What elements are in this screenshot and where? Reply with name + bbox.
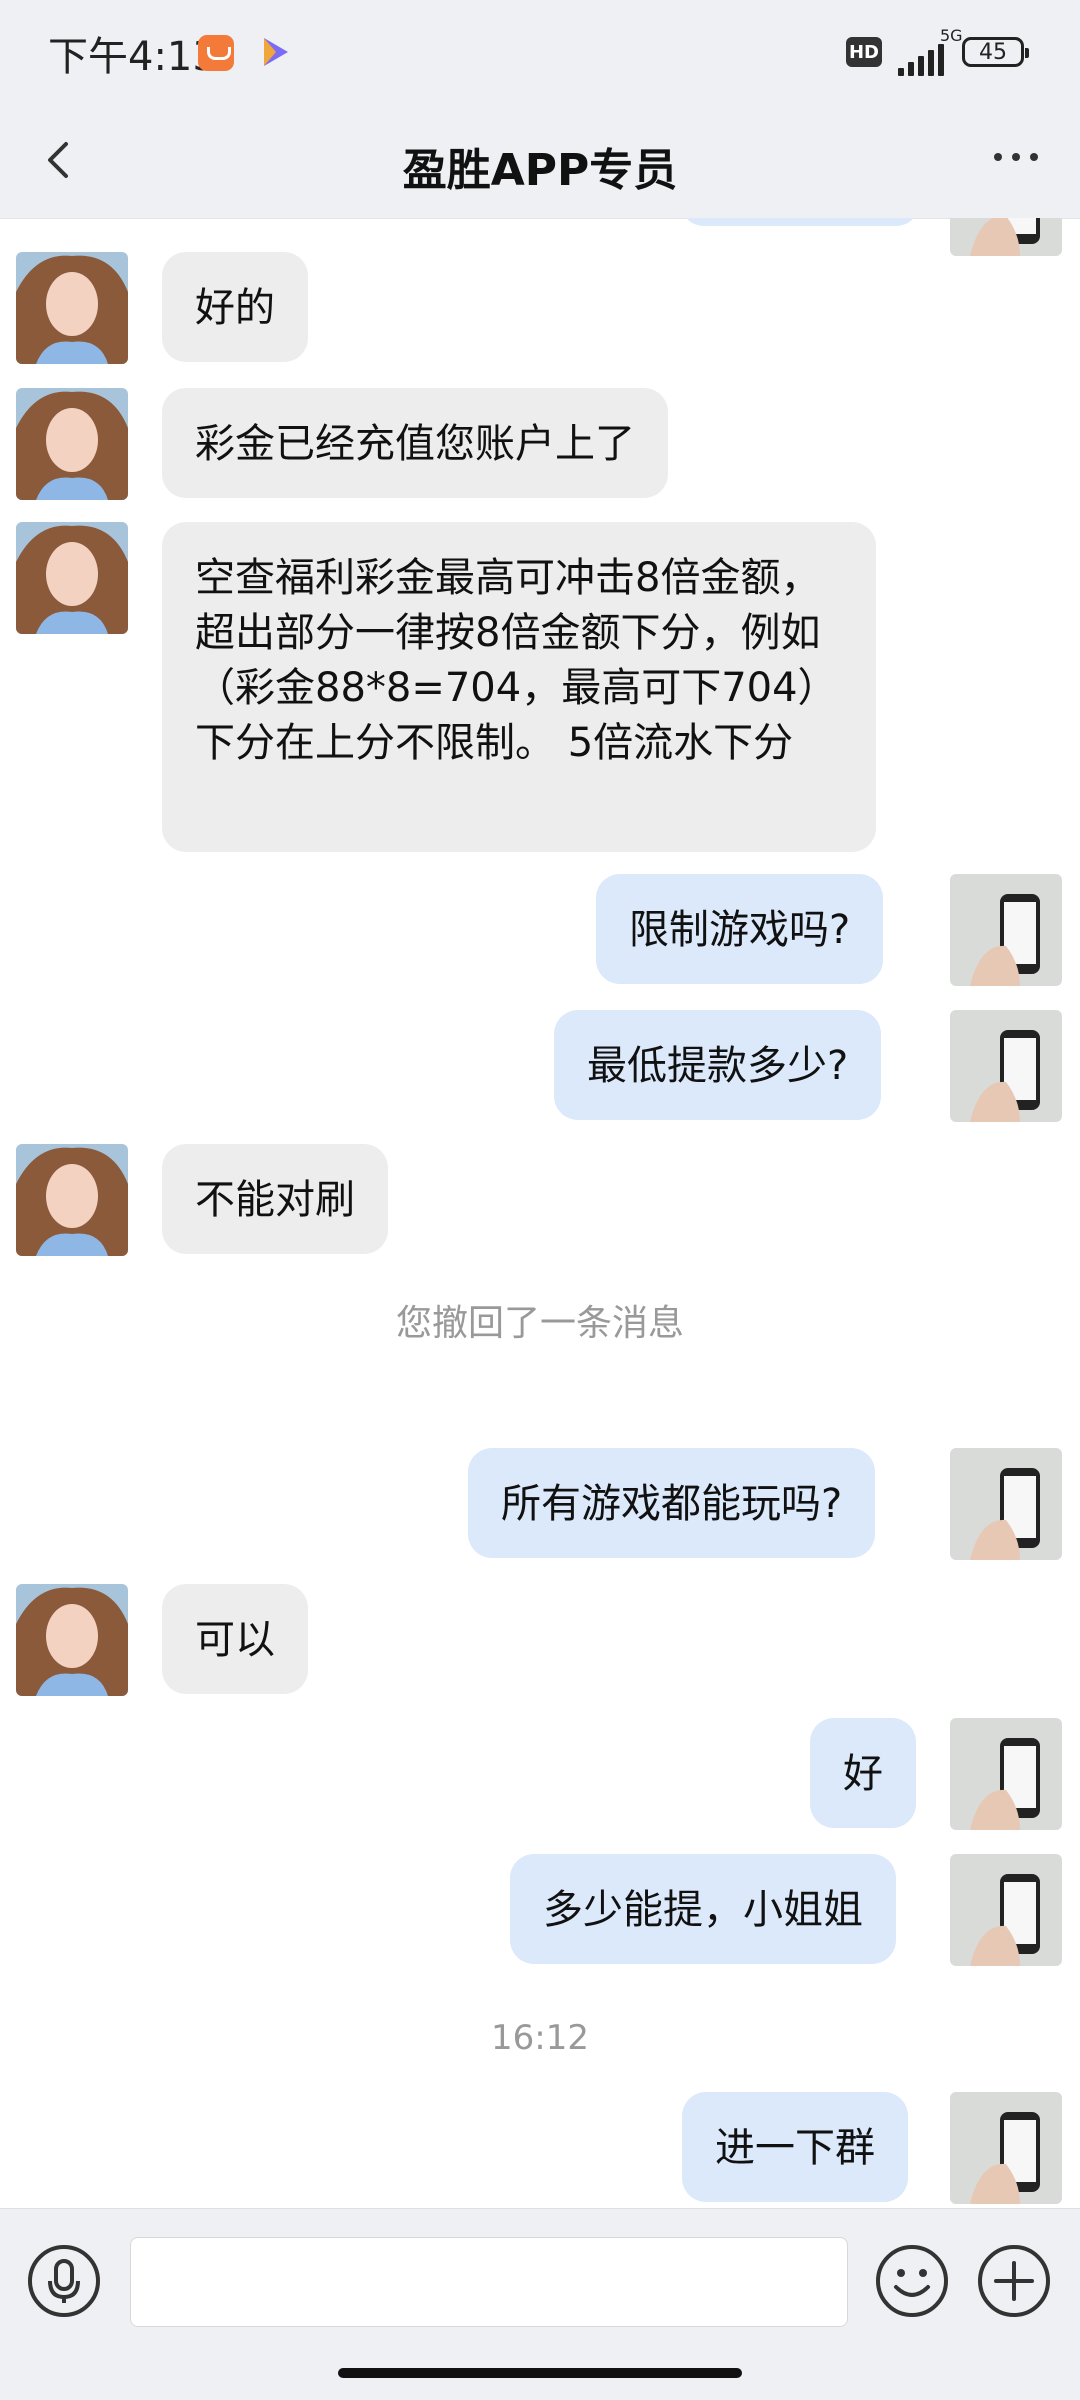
emoji-icon[interactable] bbox=[874, 2243, 950, 2319]
message-bubble[interactable]: 进一下群 bbox=[682, 2092, 908, 2202]
contact-avatar[interactable] bbox=[16, 522, 128, 634]
message-list[interactable]: 好的 彩金已经充值您账户上了 空查福利彩金最高可冲击8倍金额，超出部分一律按8倍… bbox=[0, 218, 1080, 2208]
recall-notice: 您撤回了一条消息 bbox=[395, 1303, 684, 1344]
my-avatar[interactable] bbox=[950, 1718, 1062, 1830]
video-app-icon bbox=[264, 38, 288, 66]
timestamp: 16:12 bbox=[491, 2018, 589, 2058]
plus-icon[interactable] bbox=[976, 2243, 1052, 2319]
my-avatar[interactable] bbox=[950, 1854, 1062, 1966]
my-avatar[interactable] bbox=[950, 874, 1062, 986]
status-bar: 下午4:13 HD 5G 45 bbox=[0, 0, 1080, 100]
previous-message-bubble bbox=[680, 218, 920, 226]
my-avatar[interactable] bbox=[950, 1448, 1062, 1560]
voice-icon[interactable] bbox=[26, 2243, 102, 2319]
chat-title: 盈胜APP专员 bbox=[402, 145, 678, 196]
signal-icon: 5G bbox=[892, 26, 963, 76]
message-input[interactable] bbox=[130, 2237, 848, 2327]
message-bubble[interactable]: 所有游戏都能玩吗? bbox=[468, 1448, 876, 1558]
my-avatar[interactable] bbox=[950, 2092, 1062, 2204]
my-avatar[interactable] bbox=[950, 1010, 1062, 1122]
contact-avatar[interactable] bbox=[16, 1584, 128, 1696]
status-time: 下午4:13 bbox=[48, 34, 218, 80]
message-bubble[interactable]: 可以 bbox=[162, 1584, 308, 1694]
chat-header: 盈胜APP专员 bbox=[0, 100, 1080, 219]
network-type: 5G bbox=[940, 26, 963, 45]
contact-avatar[interactable] bbox=[16, 252, 128, 364]
message-bubble[interactable]: 好 bbox=[810, 1718, 916, 1828]
message-bubble[interactable]: 空查福利彩金最高可冲击8倍金额，超出部分一律按8倍金额下分，例如（彩金88*8=… bbox=[162, 522, 876, 852]
my-avatar bbox=[950, 218, 1062, 256]
contact-avatar[interactable] bbox=[16, 388, 128, 500]
message-composer bbox=[0, 2208, 1080, 2359]
message-bubble[interactable]: 多少能提，小姐姐 bbox=[510, 1854, 896, 1964]
hd-badge: HD bbox=[846, 37, 882, 67]
battery-icon: 45 bbox=[962, 37, 1029, 67]
more-options-icon[interactable] bbox=[992, 142, 1040, 172]
home-indicator[interactable] bbox=[338, 2368, 742, 2378]
home-indicator-area bbox=[0, 2358, 1080, 2400]
contact-avatar[interactable] bbox=[16, 1144, 128, 1256]
message-bubble[interactable]: 彩金已经充值您账户上了 bbox=[162, 388, 668, 498]
message-bubble[interactable]: 好的 bbox=[162, 252, 308, 362]
status-indicators: HD 5G 45 bbox=[846, 26, 1029, 76]
message-bubble[interactable]: 不能对刷 bbox=[162, 1144, 388, 1254]
battery-level: 45 bbox=[979, 39, 1007, 65]
message-bubble[interactable]: 限制游戏吗? bbox=[596, 874, 884, 984]
message-bubble[interactable]: 最低提款多少? bbox=[554, 1010, 882, 1120]
shopping-app-icon bbox=[198, 35, 234, 71]
